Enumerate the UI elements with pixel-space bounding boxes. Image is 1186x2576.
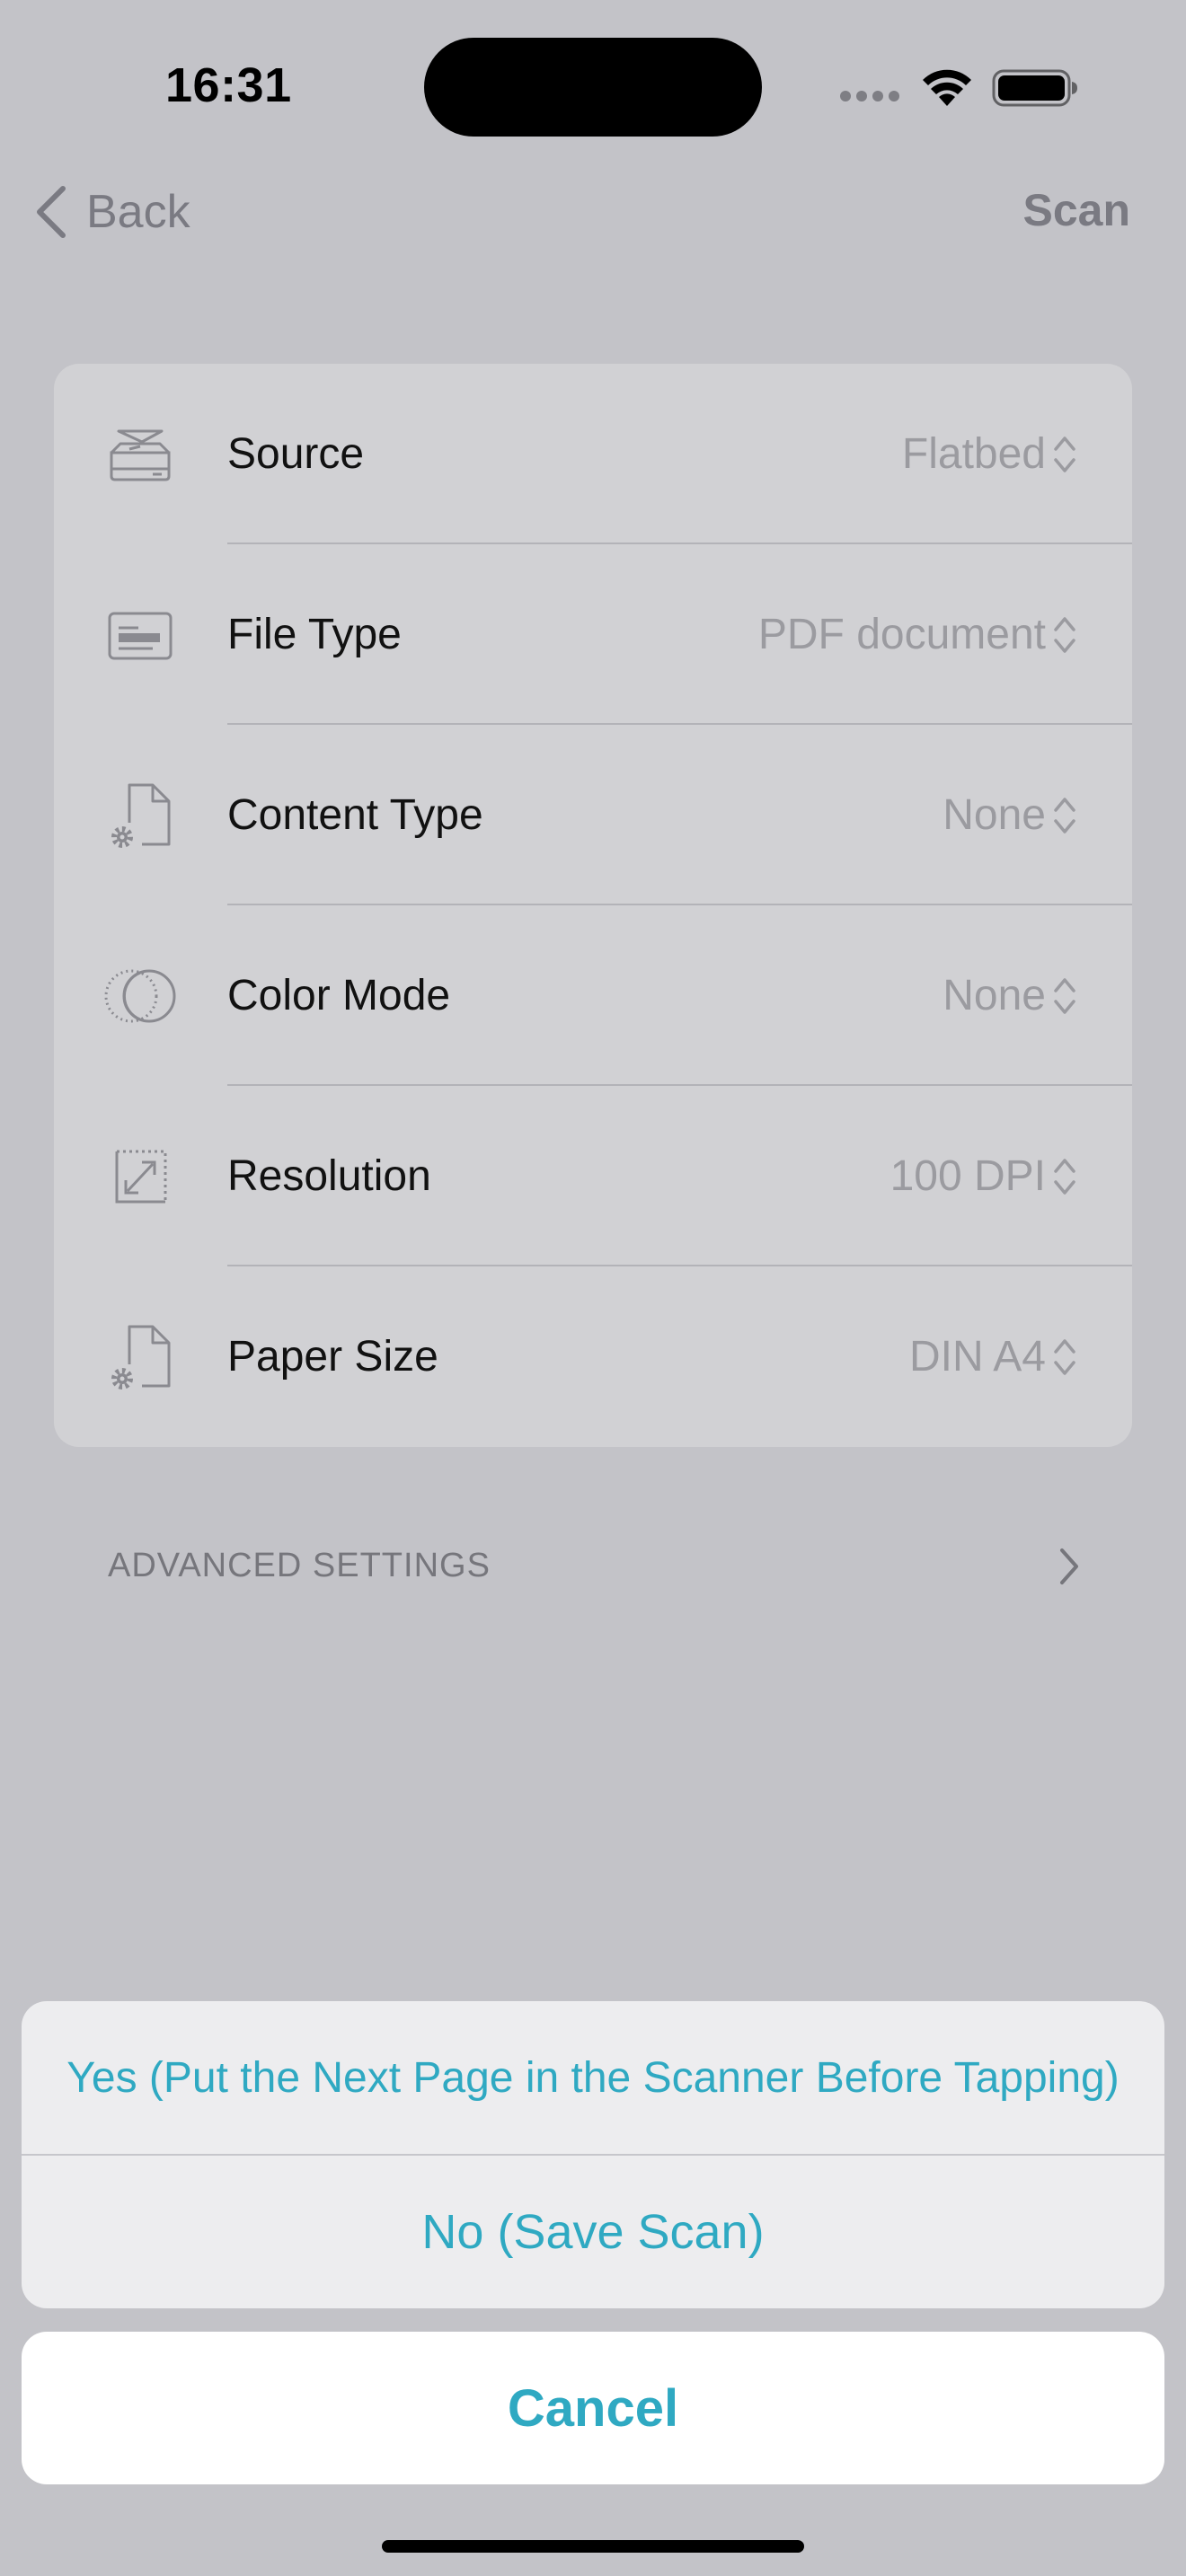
status-time: 16:31 xyxy=(165,58,292,112)
setting-value: None xyxy=(943,972,1046,1019)
chevron-up-down-icon xyxy=(1054,436,1075,472)
file-type-icon xyxy=(108,612,173,659)
setting-value: None xyxy=(943,791,1046,839)
scanner-icon xyxy=(110,429,171,481)
setting-label: Resolution xyxy=(227,1152,431,1200)
setting-label: Paper Size xyxy=(227,1333,438,1381)
setting-value: 100 DPI xyxy=(890,1152,1046,1200)
resize-arrow-icon xyxy=(115,1150,167,1203)
setting-row-resolution[interactable]: Resolution 100 DPI xyxy=(54,1086,1132,1266)
setting-value: Flatbed xyxy=(901,430,1046,478)
setting-label: Source xyxy=(227,430,365,478)
setting-value: DIN A4 xyxy=(908,1333,1046,1381)
chevron-up-down-icon xyxy=(1054,797,1075,834)
chevron-up-down-icon xyxy=(1054,1338,1075,1375)
advanced-settings-row[interactable]: ADVANCED SETTINGS xyxy=(54,1527,1132,1606)
document-gear-icon xyxy=(111,1325,171,1389)
chevron-up-down-icon xyxy=(1054,977,1075,1014)
back-label: Back xyxy=(86,186,190,238)
setting-label: Color Mode xyxy=(227,972,451,1019)
setting-row-file-type[interactable]: File Type PDF document xyxy=(54,544,1132,725)
setting-row-source[interactable]: Source Flatbed xyxy=(54,364,1132,544)
scan-settings-card: Source Flatbed File Type PDF document Co… xyxy=(54,364,1132,1447)
chevron-right-icon xyxy=(1060,1548,1078,1584)
cancel-button[interactable]: Cancel xyxy=(22,2332,1164,2484)
setting-value: PDF document xyxy=(757,611,1046,658)
yes-next-page-button[interactable]: Yes (Put the Next Page in the Scanner Be… xyxy=(22,2001,1164,2154)
chevron-left-icon xyxy=(37,186,66,238)
action-sheet: Yes (Put the Next Page in the Scanner Be… xyxy=(22,2001,1164,2308)
advanced-settings-label: ADVANCED SETTINGS xyxy=(108,1547,491,1584)
setting-label: Content Type xyxy=(227,791,483,839)
wifi-icon xyxy=(923,69,971,106)
setting-label: File Type xyxy=(227,611,402,658)
setting-row-content-type[interactable]: Content Type None xyxy=(54,725,1132,905)
cellular-signal-icon xyxy=(840,91,899,101)
home-indicator xyxy=(382,2540,804,2553)
setting-row-paper-size[interactable]: Paper Size DIN A4 xyxy=(54,1266,1132,1447)
no-save-scan-button[interactable]: No (Save Scan) xyxy=(22,2156,1164,2308)
setting-row-color-mode[interactable]: Color Mode None xyxy=(54,905,1132,1086)
dynamic-island xyxy=(424,38,762,137)
chevron-up-down-icon xyxy=(1054,616,1075,653)
chevron-up-down-icon xyxy=(1054,1158,1075,1195)
back-button[interactable]: Back xyxy=(32,180,190,244)
document-gear-icon xyxy=(111,783,171,848)
scan-button[interactable]: Scan xyxy=(1022,184,1130,236)
battery-icon xyxy=(992,69,1077,107)
color-mode-icon xyxy=(104,969,176,1022)
